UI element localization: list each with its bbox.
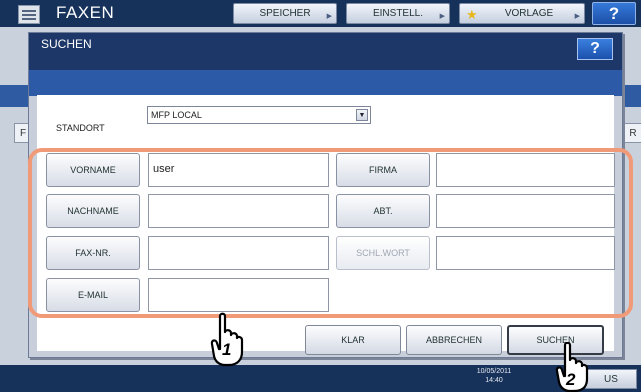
fields-highlight-frame (28, 148, 633, 318)
status-bar (0, 365, 641, 392)
dialog-strip (29, 70, 622, 96)
us-button[interactable]: US (585, 369, 637, 389)
background-right-tab: R (624, 123, 641, 143)
chevron-right-icon: ▶ (439, 13, 445, 20)
einstell-button[interactable]: EINSTELL. ▶ (346, 3, 450, 24)
vorlage-label: VORLAGE (504, 8, 554, 19)
chevron-right-icon: ▶ (574, 13, 580, 20)
cancel-button[interactable]: ABBRECHEN (406, 325, 502, 355)
dialog-header (29, 33, 622, 70)
help-button[interactable]: ? (592, 2, 636, 25)
fax-app-icon (18, 5, 40, 24)
dialog-title: SUCHEN (41, 37, 92, 51)
star-icon: ★ (466, 7, 478, 22)
location-value: MFP LOCAL (151, 110, 202, 120)
chevron-down-icon[interactable]: ▼ (356, 109, 368, 121)
chevron-right-icon: ▶ (326, 13, 332, 20)
callout-number-1: 1 (222, 340, 232, 359)
clear-button[interactable]: KLAR (305, 325, 401, 355)
location-label: STANDORT (56, 123, 105, 133)
einstell-label: EINSTELL. (372, 8, 424, 19)
date-text: 10/05/2011 (476, 368, 512, 375)
speicher-button[interactable]: SPEICHER ▶ (233, 3, 337, 24)
app-title: FAXEN (56, 3, 115, 22)
location-select[interactable]: MFP LOCAL ▼ (147, 106, 371, 124)
datetime-display: 10/05/2011 14:40 (476, 367, 512, 385)
callout-number-2: 2 (566, 370, 576, 389)
dialog-help-button[interactable]: ? (577, 38, 613, 60)
speicher-label: SPEICHER (259, 8, 311, 19)
time-text: 14:40 (485, 377, 503, 384)
vorlage-button[interactable]: ★ VORLAGE ▶ (459, 3, 585, 24)
